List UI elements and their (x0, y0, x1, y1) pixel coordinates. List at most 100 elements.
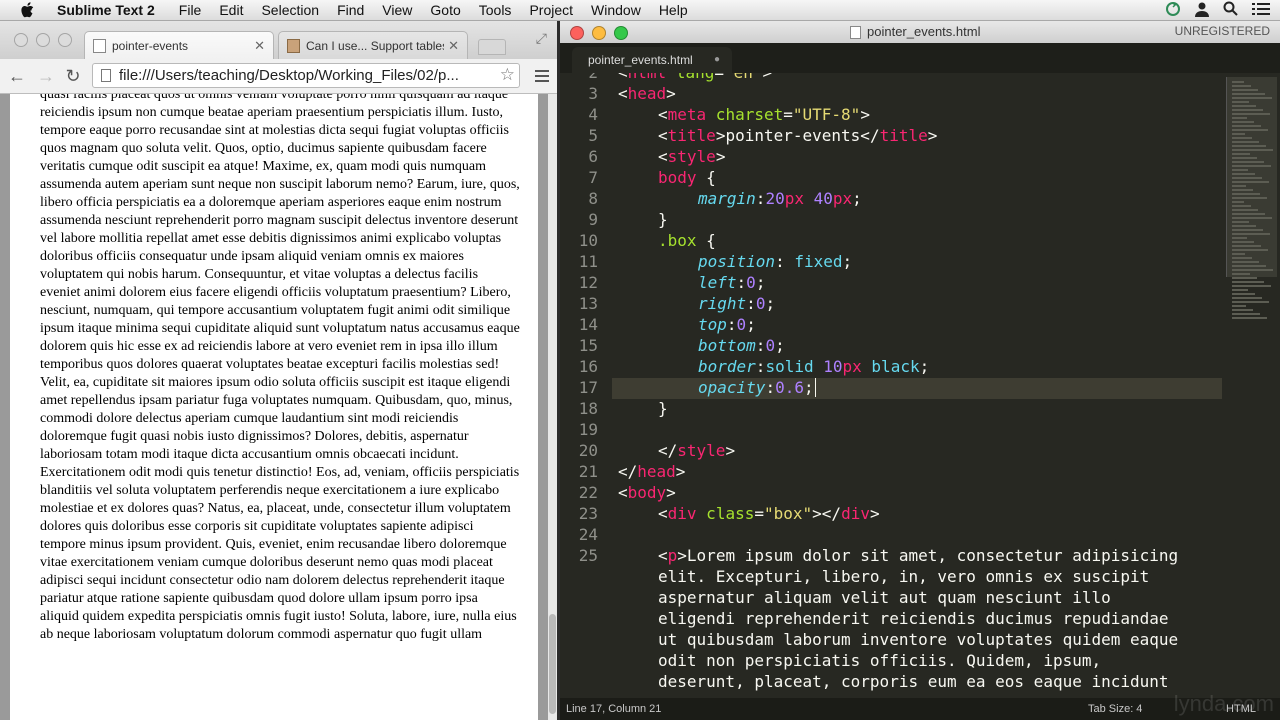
code-line[interactable]: .box { (658, 231, 716, 250)
zoom-window-button[interactable] (58, 33, 72, 47)
code-line[interactable]: <body> (618, 483, 676, 502)
minimap[interactable] (1222, 73, 1280, 698)
code-line[interactable]: odit non perspiciatis officiis. Quidem, … (658, 651, 1101, 670)
code-line[interactable]: <html lang="en"> (618, 73, 772, 82)
menu-file[interactable]: File (170, 0, 211, 20)
code-line[interactable]: margin:20px 40px; (698, 189, 862, 208)
code-line[interactable]: position: fixed; (698, 252, 852, 271)
code-line[interactable]: </style> (658, 441, 735, 460)
code-line[interactable]: top:0; (698, 315, 756, 334)
close-window-button[interactable] (14, 33, 28, 47)
menu-window[interactable]: Window (582, 0, 650, 20)
tab-size-selector[interactable]: Tab Size: 4 (1088, 698, 1142, 720)
code-line[interactable]: body { (658, 168, 716, 187)
menu-bar: Sublime Text 2 File Edit Selection Find … (0, 0, 1280, 21)
menu-selection[interactable]: Selection (252, 0, 328, 20)
code-line[interactable]: <style> (658, 147, 725, 166)
minimap-line (1232, 149, 1273, 151)
menu-tools[interactable]: Tools (470, 0, 521, 20)
minimap-line (1232, 237, 1247, 239)
sync-icon[interactable] (1165, 1, 1181, 20)
menu-view[interactable]: View (373, 0, 421, 20)
page-icon (93, 38, 106, 53)
minimize-window-button[interactable] (36, 33, 50, 47)
minimap-line (1232, 205, 1251, 207)
code-token: elit. Excepturi, libero, in, vero omnis … (658, 567, 1150, 586)
code-editor[interactable]: 2<html lang="en">3<head>4<meta charset="… (560, 73, 1280, 698)
menu-find[interactable]: Find (328, 0, 373, 20)
minimap-line (1232, 221, 1249, 223)
bookmark-star-icon[interactable]: ☆ (500, 64, 515, 86)
editor-tab-label: pointer_events.html (588, 53, 693, 67)
new-tab-button[interactable] (478, 39, 506, 55)
minimap-line (1232, 109, 1263, 111)
code-line[interactable]: <div class="box"></div> (658, 504, 880, 523)
tab-label: Can I use... Support tables (306, 38, 445, 53)
menu-edit[interactable]: Edit (210, 0, 252, 20)
code-line[interactable]: } (658, 210, 668, 229)
window-title-text: pointer_events.html (867, 24, 981, 39)
license-label: UNREGISTERED (1174, 24, 1270, 38)
minimap-line (1232, 265, 1266, 267)
minimize-window-button[interactable] (592, 26, 606, 40)
apple-icon[interactable] (20, 1, 38, 19)
menu-help[interactable]: Help (650, 0, 697, 20)
code-line[interactable]: left:0; (698, 273, 765, 292)
minimap-line (1232, 241, 1254, 243)
code-line[interactable]: right:0; (698, 294, 775, 313)
code-token: > (675, 462, 686, 481)
scrollbar-thumb[interactable] (549, 614, 556, 714)
code-token: px (784, 189, 804, 208)
minimap-line (1232, 269, 1273, 271)
browser-tab-inactive[interactable]: Can I use... Support tables ✕ (278, 31, 468, 59)
minimap-line (1232, 233, 1270, 235)
close-tab-icon[interactable]: ✕ (448, 38, 459, 54)
code-line[interactable]: bottom:0; (698, 336, 785, 355)
code-token: class (696, 504, 755, 523)
minimap-line (1232, 189, 1253, 191)
code-line[interactable]: aspernatur aliquam velit aut quam nesciu… (658, 588, 1111, 607)
code-token: > (666, 84, 676, 103)
code-line[interactable]: </head> (618, 462, 685, 481)
address-bar[interactable]: file:///Users/teaching/Desktop/Working_F… (92, 63, 520, 88)
back-button[interactable]: ← (7, 65, 27, 87)
code-line[interactable]: eligendi reprehenderit reiciendis ducimu… (658, 609, 1169, 628)
close-window-button[interactable] (570, 26, 584, 40)
code-token: } (658, 210, 668, 229)
code-line[interactable]: elit. Excepturi, libero, in, vero omnis … (658, 567, 1149, 586)
code-line[interactable]: border:solid 10px black; (698, 357, 929, 376)
menu-app-name[interactable]: Sublime Text 2 (48, 0, 164, 20)
menu-goto[interactable]: Goto (421, 0, 469, 20)
code-line[interactable]: <title>pointer-events</title> (658, 126, 937, 145)
code-token: >pointer-events</ (715, 126, 880, 145)
code-line[interactable]: <meta charset="UTF-8"> (658, 105, 870, 124)
code-token: ; (775, 336, 785, 355)
code-token: 0 (746, 273, 756, 292)
browser-tab-active[interactable]: pointer-events ✕ (84, 31, 274, 59)
tab-modified-dot-icon[interactable]: ● (714, 47, 720, 73)
minimap-line (1232, 153, 1250, 155)
code-token: > (927, 126, 938, 145)
forward-button[interactable]: → (36, 65, 56, 87)
reload-button[interactable]: ↻ (63, 65, 83, 87)
editor-tab[interactable]: pointer_events.html ● (572, 47, 732, 73)
code-line[interactable]: <head> (618, 84, 676, 103)
minimap-line (1232, 113, 1270, 115)
code-token: 0 (765, 336, 776, 355)
code-token: title (879, 126, 928, 145)
code-line[interactable]: <p>Lorem ipsum dolor sit amet, consectet… (658, 546, 1178, 565)
code-line[interactable]: } (658, 399, 668, 418)
user-icon[interactable] (1195, 1, 1209, 20)
code-line[interactable]: deserunt, placeat, corporis eum ea eos e… (658, 672, 1169, 691)
close-tab-icon[interactable]: ✕ (254, 38, 265, 54)
menu-project[interactable]: Project (520, 0, 582, 20)
browser-menu-icon[interactable] (535, 67, 549, 85)
zoom-window-button[interactable] (614, 26, 628, 40)
code-line[interactable]: ut quibusdam laborum inventore voluptate… (658, 630, 1178, 649)
spotlight-search-icon[interactable] (1223, 1, 1238, 19)
notification-list-icon[interactable] (1252, 2, 1270, 19)
code-line[interactable]: opacity:0.6; (698, 378, 816, 397)
fullscreen-icon[interactable]: ⤢ (536, 30, 547, 47)
